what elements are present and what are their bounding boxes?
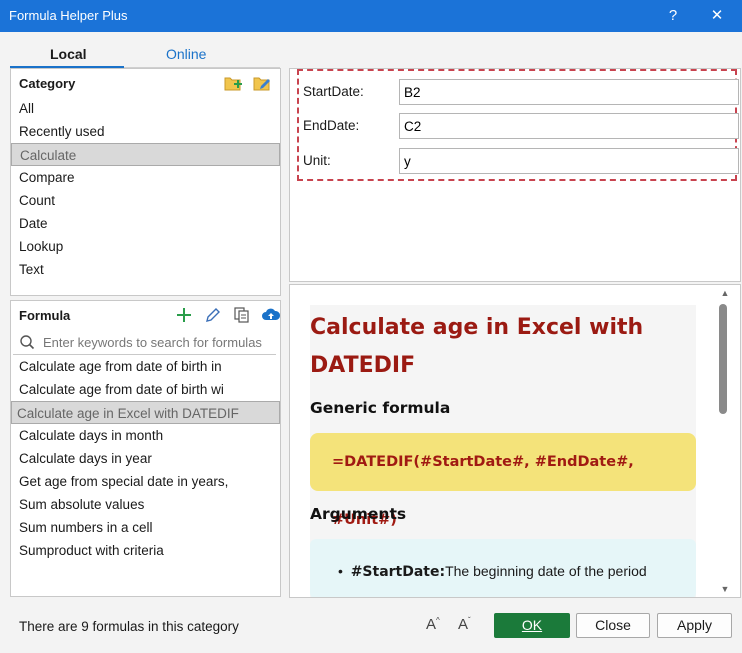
bullet-term: #StartDate:: [350, 564, 446, 580]
edit-folder-icon[interactable]: [252, 73, 272, 93]
formula-item[interactable]: Sum numbers in a cell: [11, 516, 280, 539]
formula-item[interactable]: Sum absolute values: [11, 493, 280, 516]
pencil-icon[interactable]: [203, 305, 223, 325]
status-text: There are 9 formulas in this category: [19, 619, 239, 634]
formula-item-selected[interactable]: Calculate age in Excel with DATEDIF: [11, 401, 280, 424]
generic-formula-heading: Generic formula: [310, 399, 451, 417]
formula-item[interactable]: Calculate age from date of birth wi: [11, 378, 280, 401]
font-decrease-icon[interactable]: Aˇ: [458, 616, 471, 633]
arg-row-startdate: StartDate:: [303, 79, 739, 105]
formula-heading: Formula: [19, 308, 71, 323]
cloud-upload-icon[interactable]: [261, 305, 281, 325]
formula-item[interactable]: Sumproduct with criteria: [11, 539, 280, 562]
category-header: Category: [11, 69, 280, 97]
search-icon: [20, 335, 35, 350]
doc-title: Calculate age in Excel with DATEDIF: [310, 315, 644, 378]
title-bar: Formula Helper Plus ? ✕: [0, 0, 742, 32]
source-tabs: Local Online: [10, 42, 280, 68]
formula-panel: Formula Calculate age from date of birth…: [10, 300, 281, 597]
category-item-lookup[interactable]: Lookup: [11, 235, 280, 258]
arg-row-unit: Unit:: [303, 148, 739, 174]
documentation-content: Calculate age in Excel with DATEDIF Gene…: [310, 305, 696, 597]
arg-row-enddate: EndDate:: [303, 113, 739, 139]
copy-icon[interactable]: [232, 305, 252, 325]
font-increase-icon[interactable]: A^: [426, 616, 440, 633]
arg-label-enddate: EndDate:: [303, 118, 360, 133]
enddate-input[interactable]: [399, 113, 739, 139]
argument-bullet: • #StartDate:The beginning date of the p…: [338, 563, 647, 580]
formula-list: Calculate age from date of birth in Calc…: [11, 355, 280, 562]
font-increase-label: A: [426, 616, 437, 633]
arguments-panel: StartDate: EndDate: Unit:: [289, 68, 741, 282]
category-list: All Recently used Calculate Compare Coun…: [11, 97, 280, 281]
tab-online[interactable]: Online: [166, 46, 206, 62]
apply-button[interactable]: Apply: [657, 613, 732, 638]
window-title: Formula Helper Plus: [9, 8, 128, 23]
arguments-description: • #StartDate:The beginning date of the p…: [310, 539, 696, 597]
arguments-heading: Arguments: [310, 505, 407, 523]
category-item-recently-used[interactable]: Recently used: [11, 120, 280, 143]
formula-item[interactable]: Get age from special date in years,: [11, 470, 280, 493]
help-button[interactable]: ?: [662, 5, 684, 27]
category-item-compare[interactable]: Compare: [11, 166, 280, 189]
formula-item[interactable]: Calculate age from date of birth in: [11, 355, 280, 378]
unit-input[interactable]: [399, 148, 739, 174]
scroll-thumb[interactable]: [719, 304, 727, 414]
formula-search-input[interactable]: [43, 332, 279, 352]
arg-label-startdate: StartDate:: [303, 84, 364, 99]
close-window-button[interactable]: ✕: [706, 5, 728, 27]
documentation-panel: Calculate age in Excel with DATEDIF Gene…: [289, 284, 741, 598]
bullet-text: The beginning date of the period: [445, 563, 647, 579]
close-button[interactable]: Close: [576, 613, 650, 638]
category-item-text[interactable]: Text: [11, 258, 280, 281]
plus-icon[interactable]: [174, 305, 194, 325]
category-item-count[interactable]: Count: [11, 189, 280, 212]
formula-item[interactable]: Calculate days in month: [11, 424, 280, 447]
category-item-date[interactable]: Date: [11, 212, 280, 235]
formula-search: [13, 329, 279, 355]
category-item-calculate[interactable]: Calculate: [11, 143, 280, 166]
add-folder-icon[interactable]: [223, 73, 243, 93]
arguments-box: StartDate: EndDate: Unit:: [297, 69, 739, 181]
generic-formula: =DATEDIF(#StartDate#, #EndDate#, #Unit#): [310, 433, 696, 528]
formula-header: Formula: [11, 301, 281, 329]
startdate-input[interactable]: [399, 79, 739, 105]
scroll-up-arrow-icon[interactable]: ▲: [719, 288, 731, 298]
doc-scrollbar[interactable]: ▲ ▼: [715, 288, 737, 596]
category-heading: Category: [19, 76, 76, 91]
tab-local[interactable]: Local: [50, 46, 87, 62]
arg-label-unit: Unit:: [303, 153, 331, 168]
category-panel: Category All Recently used Calculate Com…: [10, 68, 281, 296]
font-decrease-label: A: [458, 616, 469, 633]
scroll-down-arrow-icon[interactable]: ▼: [719, 584, 731, 594]
category-item-all[interactable]: All: [11, 97, 280, 120]
formula-item[interactable]: Calculate days in year: [11, 447, 280, 470]
ok-button[interactable]: OK: [494, 613, 570, 638]
